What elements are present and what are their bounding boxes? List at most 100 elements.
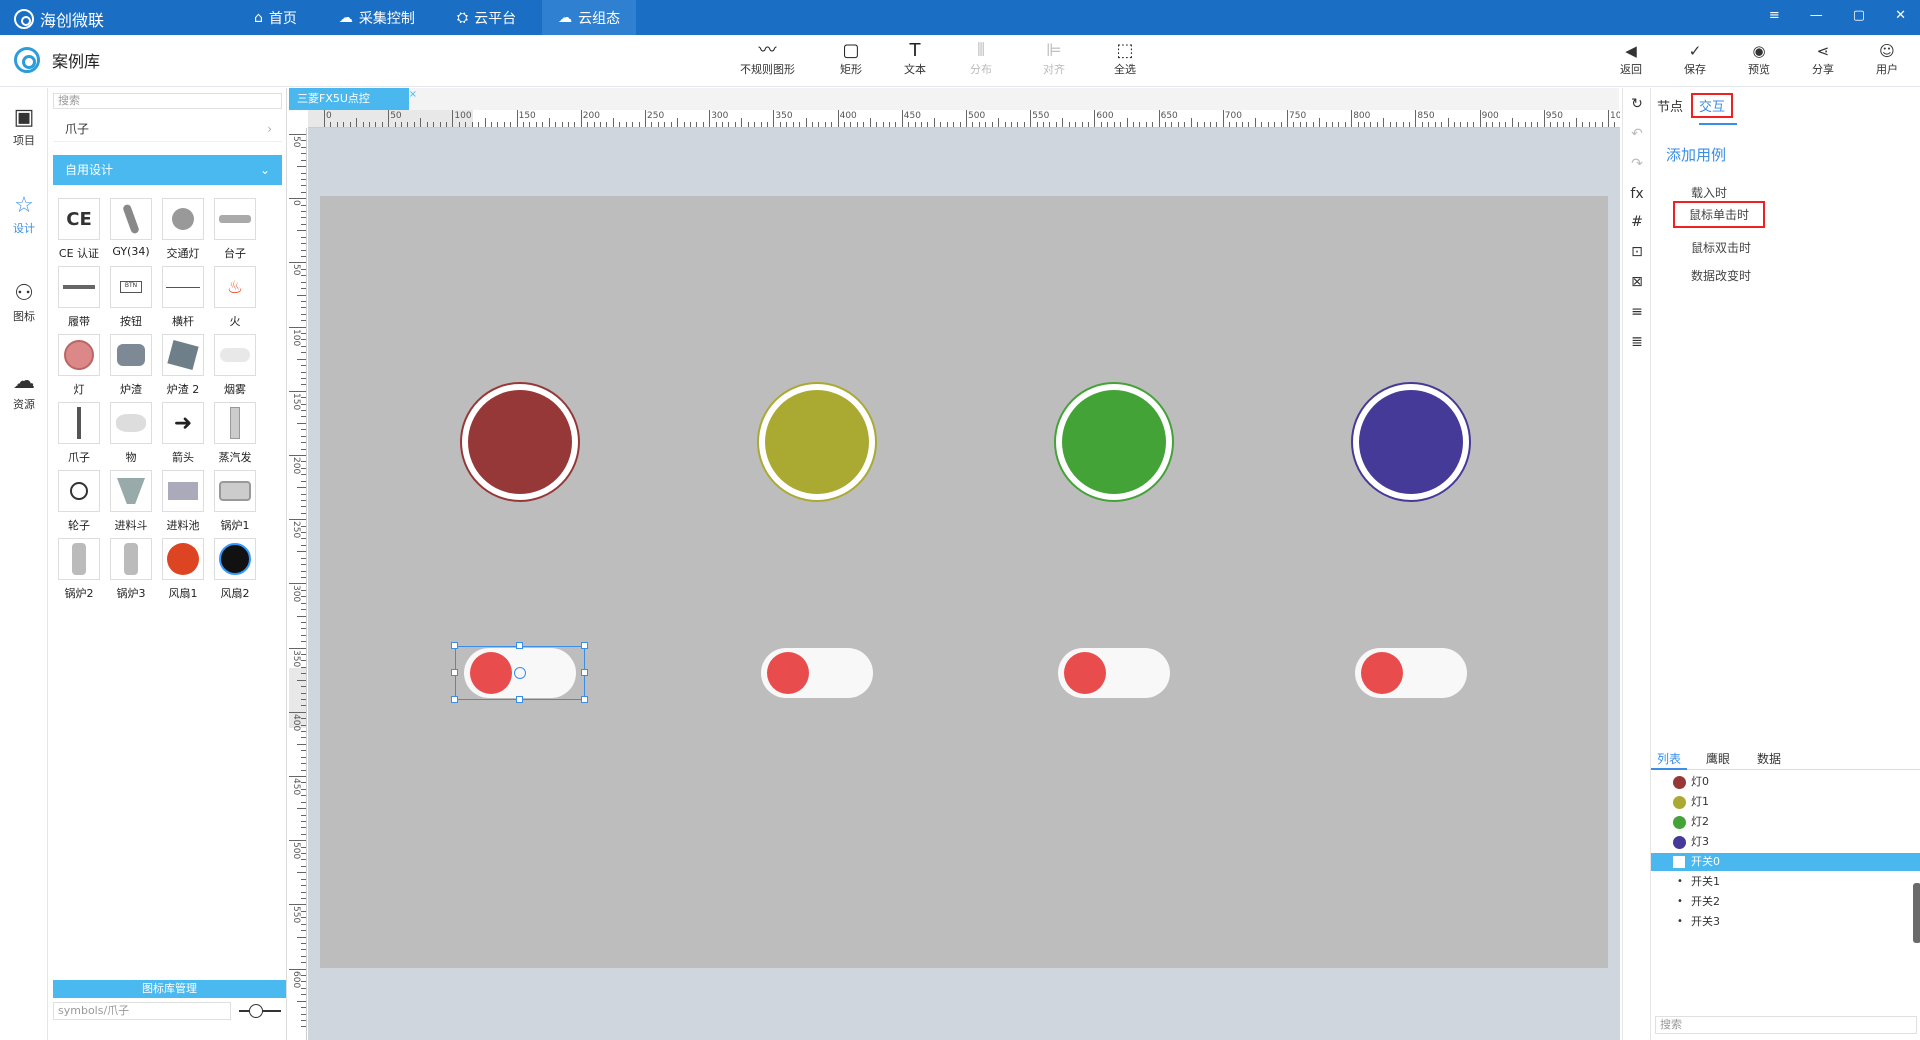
minimize-icon[interactable]: — — [1810, 8, 1823, 23]
formula-icon[interactable]: fx — [1623, 186, 1651, 202]
scrollbar-thumb[interactable] — [1913, 883, 1920, 943]
lamp-2[interactable] — [1054, 382, 1174, 502]
rail-project[interactable]: ▣ 项目 — [0, 104, 48, 148]
resize-handle[interactable] — [581, 696, 588, 703]
library-search-input[interactable]: 搜索 — [53, 93, 282, 109]
library-group-header[interactable]: 自用设计 ⌄ — [53, 155, 282, 185]
library-item[interactable]: 横杆 — [159, 266, 207, 332]
preview-button[interactable]: ◉ 预览 — [1748, 41, 1770, 77]
library-item[interactable]: 爪子 — [55, 402, 103, 468]
library-item[interactable]: 锅炉2 — [55, 538, 103, 604]
crosshair-icon[interactable] — [514, 667, 526, 679]
canvas-area[interactable] — [308, 128, 1620, 1040]
switch-knob[interactable] — [1361, 652, 1403, 694]
tab-list[interactable]: 列表 — [1657, 750, 1681, 767]
fit-icon[interactable]: ⊡ — [1623, 244, 1651, 260]
library-item[interactable]: 炉渣 2 — [159, 334, 207, 400]
zoom-fit-icon[interactable]: ⊠ — [1623, 274, 1651, 290]
rail-icons[interactable]: ⚇ 图标 — [0, 280, 48, 324]
library-item[interactable]: 炉渣 — [107, 334, 155, 400]
tree-node[interactable]: 灯0 — [1651, 773, 1920, 791]
scene-board[interactable] — [320, 196, 1608, 968]
switch-knob[interactable] — [1064, 652, 1106, 694]
switch-3[interactable] — [1355, 648, 1467, 698]
lamp-3[interactable] — [1351, 382, 1471, 502]
library-item[interactable]: 进料斗 — [107, 470, 155, 536]
irregular-shape-tool[interactable]: 〰不规则图形 — [740, 41, 795, 77]
close-icon[interactable]: ✕ — [1895, 8, 1906, 23]
indent-icon[interactable]: ≡ — [1623, 304, 1651, 320]
grid-icon[interactable]: # — [1623, 214, 1651, 230]
library-item[interactable]: CE CE 认证 — [55, 198, 103, 264]
tab-data[interactable]: 数据 — [1757, 750, 1781, 767]
nav-collect-control[interactable]: ☁ 采集控制 — [323, 0, 431, 35]
library-item[interactable]: ➜ 箭头 — [159, 402, 207, 468]
user-button[interactable]: ☺ 用户 — [1876, 41, 1898, 77]
resize-handle[interactable] — [581, 669, 588, 676]
library-item[interactable]: 蒸汽发 — [211, 402, 259, 468]
tree-node[interactable]: 灯2 — [1651, 813, 1920, 831]
switch-1[interactable] — [761, 648, 873, 698]
tab-eagle-eye[interactable]: 鹰眼 — [1706, 750, 1730, 767]
switch-2[interactable] — [1058, 648, 1170, 698]
library-item[interactable]: 灯 — [55, 334, 103, 400]
rail-resources[interactable]: ☁ 资源 — [0, 368, 48, 412]
switch-knob[interactable] — [767, 652, 809, 694]
save-button[interactable]: ✓ 保存 — [1684, 41, 1706, 77]
close-tab-icon[interactable]: × — [409, 84, 417, 106]
nav-home[interactable]: ⌂ 首页 — [238, 0, 313, 35]
tree-node[interactable]: 灯3 — [1651, 833, 1920, 851]
library-item[interactable]: 履带 — [55, 266, 103, 332]
library-item[interactable]: GY(34) — [107, 198, 155, 264]
distribute-tool[interactable]: ⫴ 分布 — [970, 41, 992, 77]
library-item[interactable]: 台子 — [211, 198, 259, 264]
tab-fx5u[interactable]: 三菱FX5U点控 × — [289, 88, 417, 110]
select-all-tool[interactable]: ⬚ 全选 — [1114, 41, 1136, 77]
library-category[interactable]: 爪子 › — [53, 116, 282, 142]
library-item[interactable]: 物 — [107, 402, 155, 468]
library-item[interactable]: 进料池 — [159, 470, 207, 536]
tree-node[interactable]: 灯1 — [1651, 793, 1920, 811]
rail-design[interactable]: ☆ 设计 — [0, 192, 48, 236]
event-on-load[interactable]: 载入时 — [1691, 184, 1727, 201]
library-item[interactable]: BTN 按钮 — [107, 266, 155, 332]
library-item[interactable]: 锅炉3 — [107, 538, 155, 604]
library-item[interactable]: 交通灯 — [159, 198, 207, 264]
icon-library-manage-button[interactable]: 图标库管理 — [53, 980, 286, 998]
share-button[interactable]: ⋖ 分享 — [1812, 41, 1834, 77]
library-item[interactable]: 烟雾 — [211, 334, 259, 400]
resize-handle[interactable] — [516, 696, 523, 703]
event-on-dblclick[interactable]: 鼠标双击时 — [1691, 239, 1751, 256]
library-item[interactable]: ♨ 火 — [211, 266, 259, 332]
resize-handle[interactable] — [451, 696, 458, 703]
library-item[interactable]: 锅炉1 — [211, 470, 259, 536]
rectangle-tool[interactable]: ▢ 矩形 — [840, 41, 862, 77]
resize-handle[interactable] — [451, 642, 458, 649]
library-item[interactable]: 风扇2 — [211, 538, 259, 604]
thumb-size-slider[interactable] — [239, 1004, 281, 1018]
resize-handle[interactable] — [581, 642, 588, 649]
align-tool[interactable]: ⊫ 对齐 — [1043, 41, 1065, 77]
menu-icon[interactable]: ≡ — [1769, 8, 1780, 23]
event-on-click[interactable]: 鼠标单击时 — [1673, 201, 1766, 228]
tree-node[interactable]: • 开关1 — [1651, 873, 1920, 891]
add-case-link[interactable]: 添加用例 — [1666, 144, 1726, 165]
back-button[interactable]: ◀ 返回 — [1620, 41, 1642, 77]
outdent-icon[interactable]: ≣ — [1623, 334, 1651, 350]
nav-cloud-config[interactable]: ☁ 云组态 — [542, 0, 637, 35]
nav-cloud-platform[interactable]: ⛭ 云平台 — [441, 0, 532, 35]
tree-node[interactable]: • 开关3 — [1651, 913, 1920, 931]
slider-knob[interactable] — [249, 1004, 263, 1018]
lamp-1[interactable] — [757, 382, 877, 502]
tree-node[interactable]: 开关0 — [1651, 853, 1920, 871]
redo-icon[interactable]: ↷ — [1623, 156, 1651, 172]
resize-handle[interactable] — [451, 669, 458, 676]
library-item[interactable]: 风扇1 — [159, 538, 207, 604]
text-tool[interactable]: T 文本 — [904, 41, 926, 77]
lamp-0[interactable] — [460, 382, 580, 502]
resize-handle[interactable] — [516, 642, 523, 649]
undo-icon[interactable]: ↶ — [1623, 126, 1651, 142]
symbol-path-input[interactable]: symbols/爪子 — [53, 1002, 231, 1020]
tab-nodes[interactable]: 节点 — [1657, 96, 1683, 115]
refresh-icon[interactable]: ↻ — [1623, 96, 1651, 112]
